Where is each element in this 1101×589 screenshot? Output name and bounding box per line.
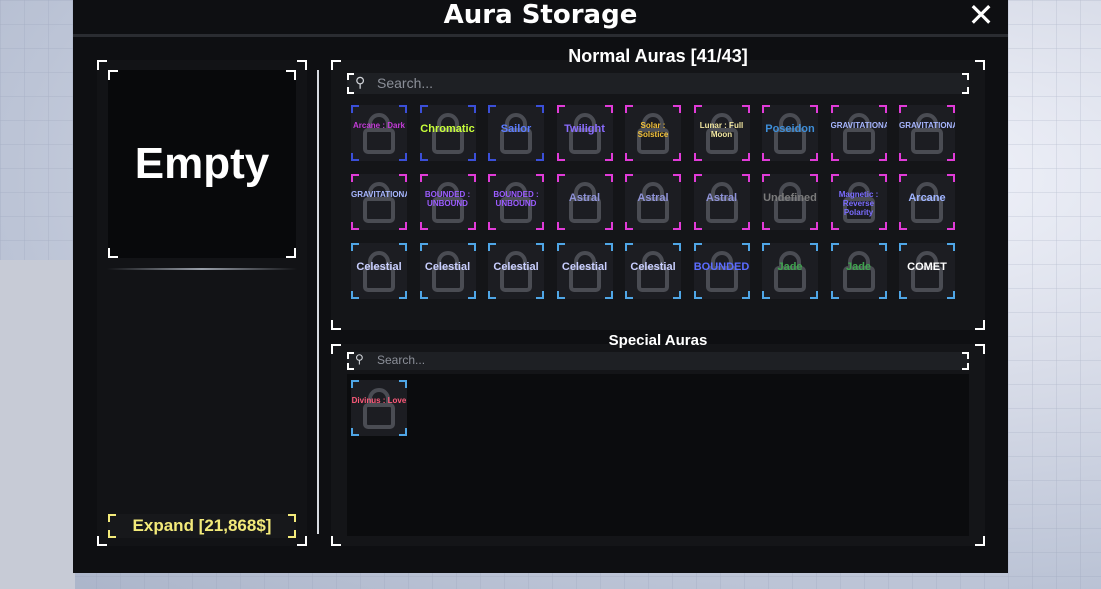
aura-name: Magnetic : Reverse Polarity <box>838 190 879 217</box>
special-aura-grid: Divinus : Love <box>351 380 971 440</box>
aura-name: Lunar : Full Moon <box>699 121 744 139</box>
aura-tile[interactable]: BOUNDED : UNBOUND <box>419 174 476 230</box>
equipped-aura-slot[interactable]: Empty <box>108 70 296 258</box>
aura-name: Astral <box>568 192 601 204</box>
aura-tile[interactable]: BOUNDED : UNBOUND <box>488 174 544 230</box>
aura-name: Jade <box>845 261 872 273</box>
aura-name: Astral <box>705 192 738 204</box>
special-search-field[interactable]: ⚲ Search... <box>347 352 969 370</box>
aura-tile[interactable]: Astral <box>625 174 681 230</box>
aura-name: Astral <box>637 192 669 204</box>
expand-button[interactable]: Expand [21,868$] <box>108 514 296 538</box>
aura-name: Undefined <box>763 192 817 204</box>
aura-tile[interactable]: Lunar : Full Moon <box>693 105 750 161</box>
aura-name: Divinus : Love <box>351 396 407 405</box>
aura-tile[interactable]: Twilight <box>556 105 613 161</box>
panel-divider <box>107 268 297 270</box>
aura-name: Celestial <box>493 261 539 273</box>
aura-tile[interactable]: Astral <box>556 174 613 230</box>
expand-button-label: Expand [21,868$] <box>132 516 272 535</box>
aura-name: GRAVITATIONAL <box>830 121 887 130</box>
aura-name: Arcane : Dark <box>352 121 406 130</box>
aura-name: COMET <box>907 261 947 273</box>
aura-tile[interactable]: Celestial <box>351 243 407 299</box>
search-placeholder: Search... <box>377 75 434 91</box>
normal-auras-panel: Normal Auras [41/43] ⚲ Search... Arcane … <box>331 46 985 330</box>
aura-tile[interactable]: Sailor <box>488 105 544 161</box>
aura-tile[interactable]: Celestial <box>625 243 681 299</box>
aura-name: GRAVITATIONAL <box>899 121 955 130</box>
aura-name: Celestial <box>356 261 402 273</box>
aura-tile[interactable]: BOUNDED <box>693 243 750 299</box>
aura-tile[interactable]: GRAVITATIONAL <box>899 105 955 161</box>
aura-name: Arcane <box>908 192 946 204</box>
aura-tile[interactable]: Chromatic <box>419 105 476 161</box>
close-button[interactable]: ✕ <box>966 0 996 31</box>
aura-tile[interactable]: Jade <box>762 243 818 299</box>
special-auras-title: Special Auras <box>608 332 708 349</box>
aura-tile[interactable]: Divinus : Love <box>351 380 407 436</box>
aura-tile[interactable]: GRAVITATIONAL <box>351 174 407 230</box>
aura-name: BOUNDED <box>693 261 750 273</box>
aura-tile[interactable]: Poseidon <box>762 105 818 161</box>
aura-name: Jade <box>777 261 803 273</box>
aura-tile[interactable]: Magnetic : Reverse Polarity <box>830 174 887 230</box>
aura-name: GRAVITATIONAL <box>351 190 407 199</box>
vertical-separator <box>317 70 319 534</box>
aura-tile[interactable]: Undefined <box>762 174 818 230</box>
aura-tile[interactable]: Jade <box>830 243 887 299</box>
aura-name: Solar : Solstice <box>637 121 669 139</box>
equipped-panel: Empty Expand [21,868$] <box>97 60 307 546</box>
aura-tile[interactable]: Astral <box>693 174 750 230</box>
aura-tile[interactable]: Arcane : Dark <box>351 105 407 161</box>
normal-aura-grid: Arcane : Dark Chromatic Sailor Twilight Sola… <box>351 105 971 317</box>
background-wall <box>0 260 75 589</box>
aura-tile[interactable]: Celestial <box>488 243 544 299</box>
aura-storage-window: Aura Storage ✕ Empty Expand [21,868$] No… <box>73 0 1008 573</box>
aura-name: Twilight <box>564 123 605 135</box>
aura-name: Celestial <box>424 261 471 273</box>
aura-name: BOUNDED : UNBOUND <box>424 190 471 208</box>
aura-tile[interactable]: Solar : Solstice <box>625 105 681 161</box>
normal-auras-title: Normal Auras [41/43] <box>568 46 748 66</box>
normal-search-field[interactable]: ⚲ Search... <box>347 73 969 94</box>
aura-tile[interactable]: Celestial <box>419 243 476 299</box>
aura-tile[interactable]: Celestial <box>556 243 613 299</box>
aura-name: BOUNDED : UNBOUND <box>493 190 539 208</box>
aura-tile[interactable]: COMET <box>899 243 955 299</box>
aura-name: Celestial <box>630 261 676 273</box>
aura-name: Chromatic <box>420 123 475 135</box>
empty-label: Empty <box>134 139 270 188</box>
window-title: Aura Storage <box>443 0 638 30</box>
search-placeholder: Search... <box>377 353 426 367</box>
aura-tile[interactable]: Arcane <box>899 174 955 230</box>
search-icon: ⚲ <box>355 74 366 90</box>
title-divider <box>73 34 1008 37</box>
search-icon: ⚲ <box>355 352 364 366</box>
aura-tile[interactable]: GRAVITATIONAL <box>830 105 887 161</box>
special-auras-panel: Special Auras ⚲ Search... Divinus : Love <box>331 332 985 546</box>
aura-name: Celestial <box>561 261 608 273</box>
aura-name: Sailor <box>500 123 532 135</box>
aura-name: Poseidon <box>765 123 815 135</box>
